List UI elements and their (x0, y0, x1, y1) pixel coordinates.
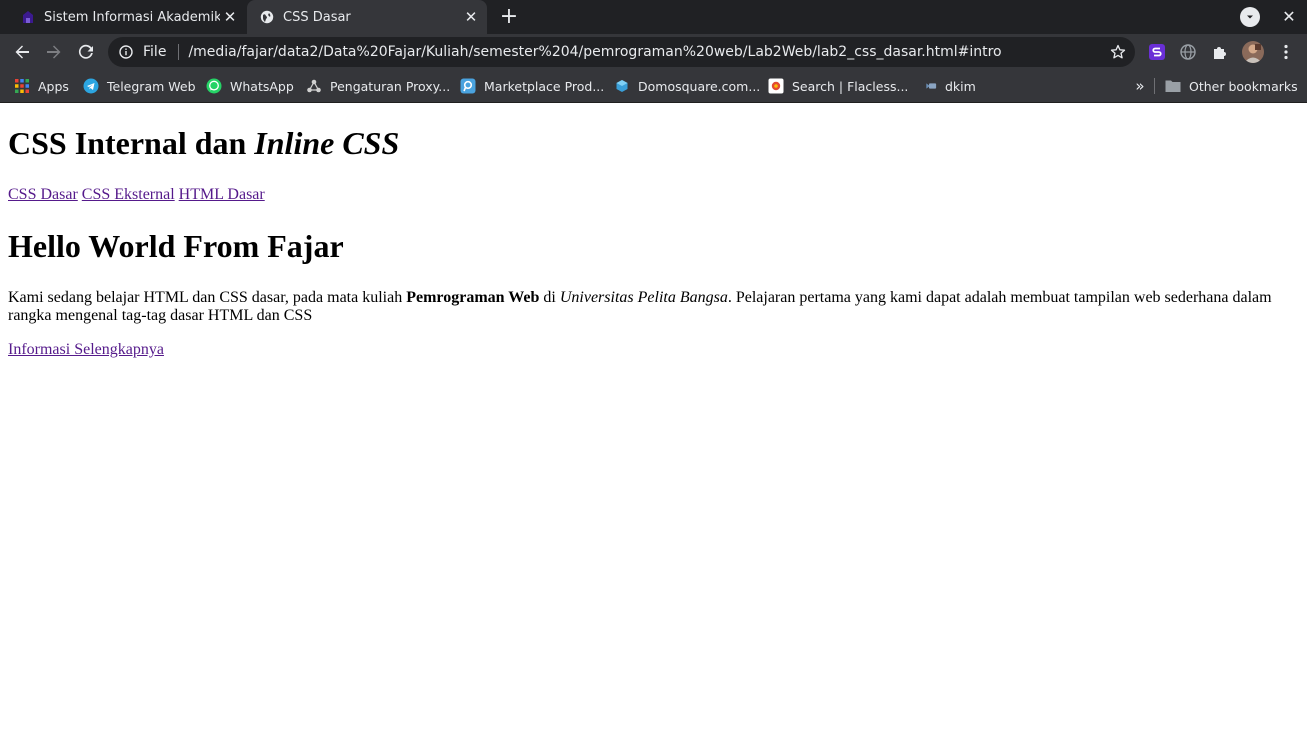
url-text[interactable]: /media/fajar/data2/Data%20Fajar/Kuliah/s… (188, 44, 1109, 60)
telegram-icon (83, 78, 99, 94)
close-tab-icon[interactable]: ✕ (461, 7, 481, 27)
tab-strip: Sistem Informasi Akademik ✕ CSS Dasar ✕ … (0, 0, 1307, 34)
forward-arrow-icon[interactable] (40, 38, 68, 66)
omnibox-separator (178, 44, 180, 60)
intro-paragraph: Kami sedang belajar HTML dan CSS dasar, … (8, 289, 1288, 325)
bookmark-star-icon[interactable] (1109, 43, 1127, 61)
browser-toolbar: File /media/fajar/data2/Data%20Fajar/Kul… (0, 34, 1307, 70)
globe-icon (259, 9, 275, 25)
paragraph-text-1: Kami sedang belajar HTML dan CSS dasar, … (8, 289, 407, 306)
page-heading: CSS Internal dan Inline CSS (8, 125, 1299, 162)
bookmarks-separator (1154, 78, 1155, 94)
info-circle-icon[interactable] (118, 44, 134, 60)
bookmark-label: WhatsApp (230, 78, 294, 94)
whatsapp-icon (206, 78, 222, 94)
proxy-icon (306, 78, 322, 94)
bookmark-label: Other bookmarks (1189, 78, 1298, 94)
bookmark-label: Marketplace Prod... (484, 78, 605, 94)
bookmark-label: dkim (945, 78, 976, 94)
extensions-puzzle-icon[interactable] (1210, 42, 1230, 62)
nav-link-css-dasar[interactable]: CSS Dasar (8, 186, 78, 203)
folder-icon (1165, 78, 1181, 94)
more-info-paragraph: Informasi Selengkapnya (8, 341, 1299, 359)
window-close-icon[interactable]: ✕ (1279, 6, 1299, 26)
paragraph-text-2: di (539, 289, 560, 306)
bookmark-label: Search | Flacless... (792, 78, 909, 94)
close-tab-icon[interactable]: ✕ (220, 7, 240, 27)
bookmark-marketplace[interactable]: Marketplace Prod... (460, 76, 604, 96)
bookmark-flacless[interactable]: Search | Flacless... (768, 76, 908, 96)
bookmarks-overflow-chevron-icon[interactable]: » (1132, 76, 1148, 96)
bookmark-domosquare[interactable]: Domosquare.com... (614, 76, 760, 96)
bookmark-label: Domosquare.com... (638, 78, 761, 94)
marketplace-icon (460, 78, 476, 94)
hello-heading: Hello World From Fajar (8, 228, 344, 264)
tab-title: Sistem Informasi Akademik (44, 9, 220, 25)
tab-title: CSS Dasar (283, 9, 351, 25)
profile-avatar-icon[interactable] (1242, 41, 1264, 63)
bookmark-label: Pengaturan Proxy... (330, 78, 451, 94)
tab-search-chevron-icon[interactable] (1240, 7, 1260, 27)
dkim-icon (921, 78, 937, 94)
bookmark-dkim[interactable]: dkim (921, 76, 976, 96)
bookmark-other-bookmarks[interactable]: Other bookmarks (1165, 76, 1298, 96)
more-info-link[interactable]: Informasi Selengkapnya (8, 341, 164, 358)
page-nav: CSS Dasar CSS Eksternal HTML Dasar (8, 186, 1299, 204)
extension-globe-icon[interactable] (1178, 42, 1198, 62)
url-scheme-chip: File (143, 44, 167, 60)
back-arrow-icon[interactable] (8, 38, 36, 66)
apps-grid-icon (14, 78, 30, 94)
domosquare-icon (614, 78, 630, 94)
tab-css-dasar[interactable]: CSS Dasar ✕ (247, 0, 487, 34)
bookmark-label: Telegram Web (107, 78, 196, 94)
bookmarks-bar: Apps Telegram Web WhatsApp Pengaturan Pr… (0, 70, 1307, 103)
bookmark-pengaturan-proxy[interactable]: Pengaturan Proxy... (306, 76, 450, 96)
bookmark-whatsapp[interactable]: WhatsApp (206, 76, 294, 96)
nav-link-css-eksternal[interactable]: CSS Eksternal (82, 186, 175, 203)
browser-menu-dots-icon[interactable] (1276, 42, 1296, 62)
extension-s-icon[interactable] (1147, 42, 1167, 62)
tab-sistem-informasi-akademik[interactable]: Sistem Informasi Akademik ✕ (8, 0, 246, 34)
new-tab-plus-icon[interactable]: + (497, 5, 521, 29)
heading-italic-text: Inline CSS (254, 125, 400, 161)
paragraph-bold-course: Pemrograman Web (406, 289, 540, 306)
bookmark-label: Apps (38, 78, 69, 94)
siakad-favicon-icon (20, 9, 36, 25)
nav-link-html-dasar[interactable]: HTML Dasar (179, 186, 265, 203)
bookmark-apps[interactable]: Apps (14, 76, 69, 96)
page-viewport: CSS Internal dan Inline CSS CSS Dasar CS… (0, 104, 1307, 741)
heading-plain-text: CSS Internal dan (8, 125, 255, 161)
flacless-icon (768, 78, 784, 94)
address-bar[interactable]: File /media/fajar/data2/Data%20Fajar/Kul… (108, 37, 1135, 67)
paragraph-italic-university: Universitas Pelita Bangsa (559, 289, 728, 306)
bookmark-telegram-web[interactable]: Telegram Web (83, 76, 196, 96)
reload-icon[interactable] (72, 38, 100, 66)
